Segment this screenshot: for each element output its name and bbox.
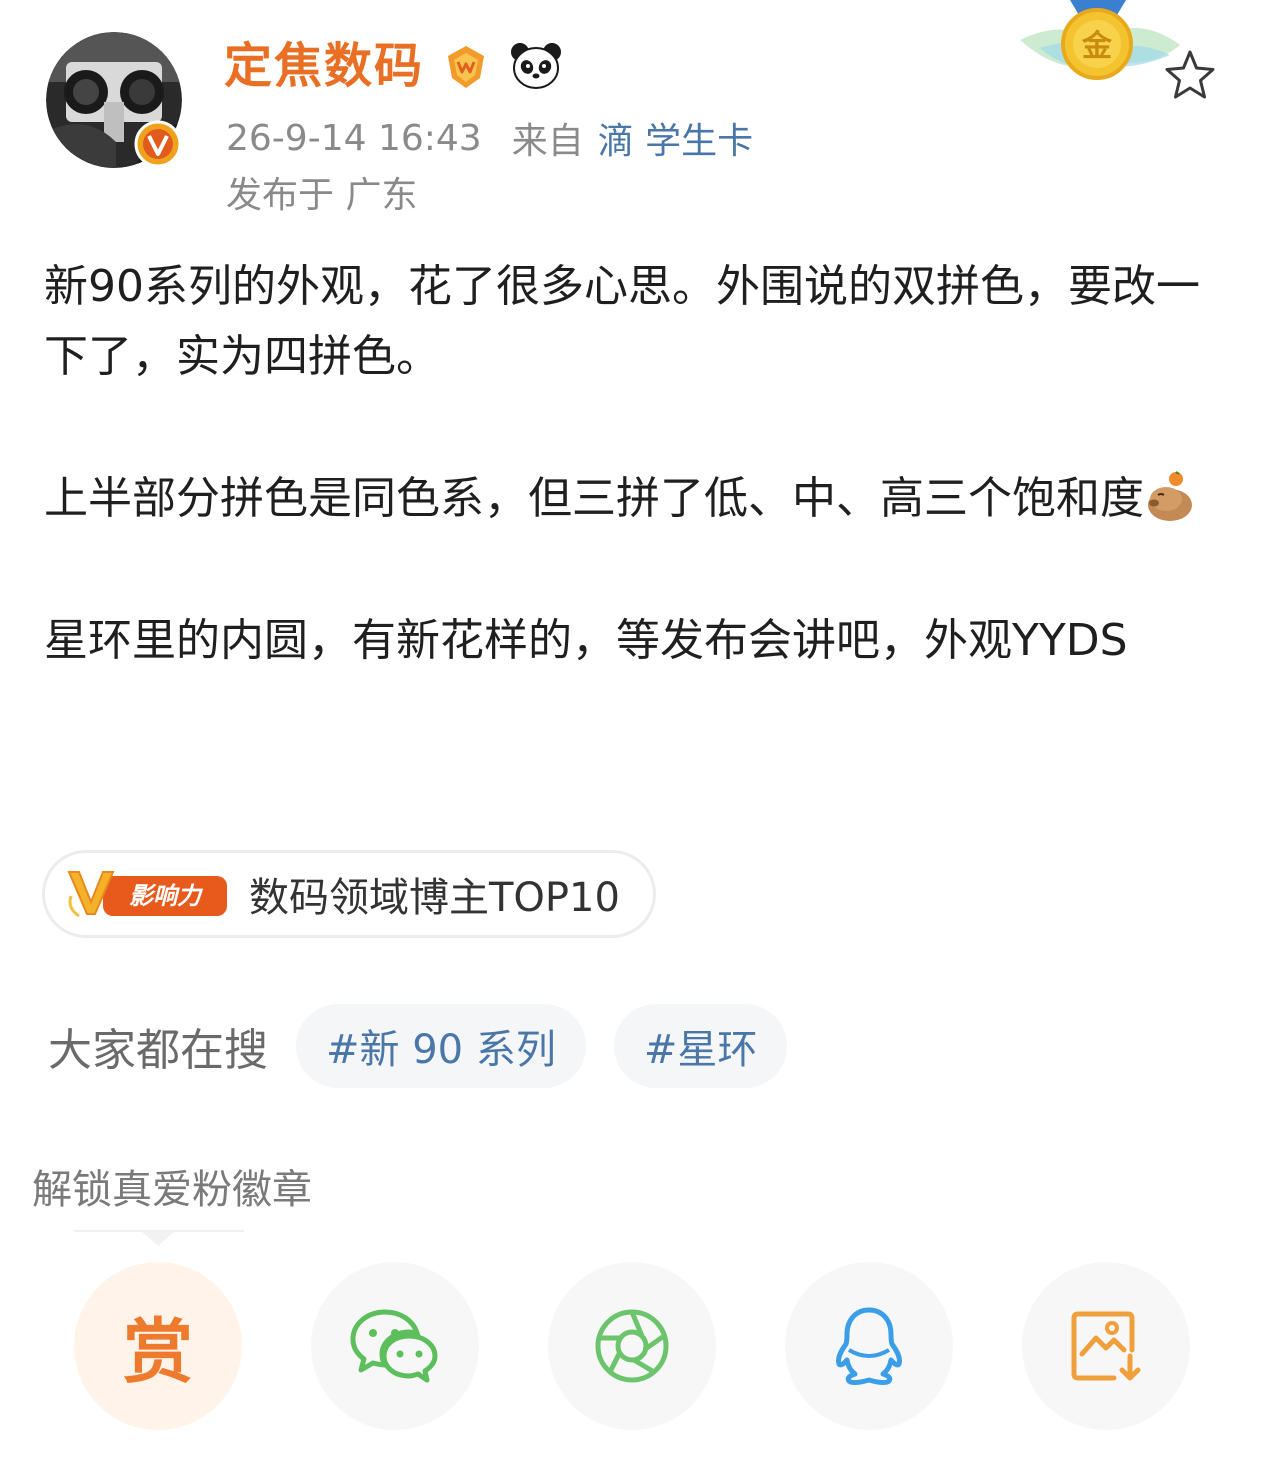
avatar[interactable]	[46, 32, 182, 168]
reward-button[interactable]: 赏	[74, 1262, 242, 1430]
wechat-icon	[350, 1309, 438, 1383]
panda-icon[interactable]	[508, 38, 564, 94]
influence-label: 数码领域博主TOP10	[249, 875, 620, 921]
source-prefix: 来自	[511, 121, 584, 162]
source-device-link[interactable]: 滴 学生卡	[598, 112, 753, 164]
verified-v-icon	[134, 120, 182, 168]
moments-aperture-icon	[595, 1309, 669, 1383]
post-timestamp: 26-9-14 16:43	[226, 117, 482, 159]
fan-badge-unlock-label[interactable]: 解锁真爱粉徽章	[32, 1164, 312, 1216]
influence-badge[interactable]: 影响力 数码领域博主TOP10	[42, 850, 656, 938]
post-paragraph-2: 上半部分拼色是同色系，但三拼了低、中、高三个饱和度	[44, 464, 1234, 534]
post-location: 发布于 广东	[226, 175, 418, 216]
post-paragraph-3: 星环里的内圆，有新花样的，等发布会讲吧，外观YYDS	[44, 615, 1128, 666]
hashtag-star-ring[interactable]: #星环	[613, 1004, 788, 1088]
share-qq-button[interactable]	[785, 1262, 953, 1430]
gold-medal-icon[interactable]: 金	[1010, 0, 1185, 95]
hot-search-label: 大家都在搜	[48, 1025, 268, 1076]
username-row: 定焦数码	[224, 30, 564, 102]
save-image-button[interactable]	[1022, 1262, 1190, 1430]
reward-icon: 赏	[123, 1310, 193, 1393]
capybara-emoji-icon	[1148, 471, 1192, 521]
tooltip-caret	[142, 1232, 174, 1246]
post-meta: 26-9-14 16:43 来自 滴 学生卡	[226, 112, 753, 164]
influence-logo-text: 影响力	[129, 882, 204, 910]
share-wechat-button[interactable]	[311, 1262, 479, 1430]
post-body: 新90系列的外观，花了很多心思。外围说的双拼色，要改一下了，实为四拼色。 上半部…	[44, 252, 1234, 676]
username[interactable]: 定焦数码	[224, 30, 424, 102]
save-image-icon	[1071, 1311, 1141, 1381]
post-paragraph-2-text: 上半部分拼色是同色系，但三拼了低、中、高三个饱和度	[44, 473, 1144, 524]
influence-v-logo-icon: 影响力	[67, 871, 227, 918]
svg-text:金: 金	[1081, 29, 1113, 64]
favorite-star-icon[interactable]	[1160, 46, 1220, 106]
qq-penguin-icon	[836, 1307, 902, 1386]
share-actions: 赏	[74, 1262, 1194, 1432]
post-paragraph-1: 新90系列的外观，花了很多心思。外围说的双拼色，要改一下了，实为四拼色。	[44, 261, 1200, 382]
member-crown-icon[interactable]	[438, 38, 494, 94]
share-moments-button[interactable]	[548, 1262, 716, 1430]
hashtag-new-90-series[interactable]: #新 90 系列	[296, 1004, 586, 1088]
hot-search-row: 大家都在搜 #新 90 系列 #星环	[48, 1004, 815, 1088]
